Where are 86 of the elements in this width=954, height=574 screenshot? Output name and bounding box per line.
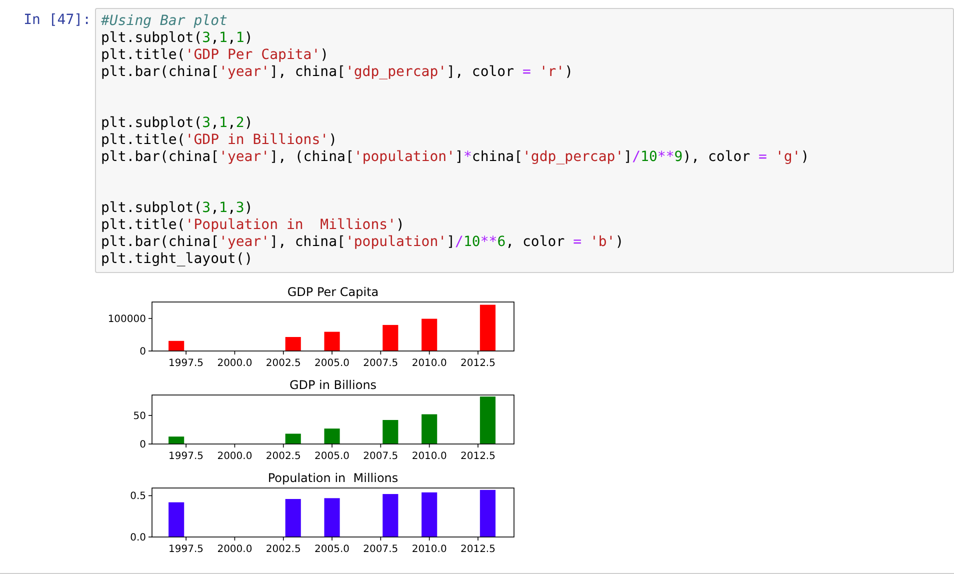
x-tick-label: 2012.5 — [460, 358, 496, 369]
x-tick: 2002.5 — [266, 444, 301, 462]
bar — [324, 428, 340, 444]
bar — [382, 494, 398, 537]
x-tick: 2000.0 — [217, 350, 252, 369]
y-tick-label: 0 — [140, 346, 146, 358]
cell-prompt: In [47]: — [22, 11, 92, 29]
x-tick: 2000.0 — [217, 444, 252, 462]
bar — [422, 318, 438, 351]
x-tick: 1997.5 — [168, 536, 204, 555]
code-line: plt.bar(china['year'], china['gdp_percap'], color = 'r') — [101, 64, 574, 81]
x-tick-label: 1997.5 — [168, 358, 204, 369]
bar — [480, 304, 496, 351]
x-tick: 2010.0 — [412, 536, 447, 555]
x-tick: 2010.0 — [412, 444, 447, 462]
x-tick-label: 2007.5 — [363, 451, 398, 462]
y-tick-label: 0 — [140, 440, 146, 450]
bar — [382, 324, 398, 351]
x-tick-label: 2000.0 — [217, 451, 252, 462]
x-tick: 2012.5 — [460, 350, 496, 369]
chart-title: Population in Millions — [268, 471, 398, 485]
code-editor[interactable] — [95, 8, 954, 273]
y-tick: 0 — [140, 440, 152, 450]
code-line: plt.title('GDP in Billions') — [101, 132, 338, 149]
x-tick-label: 2007.5 — [363, 544, 398, 555]
y-tick-label: 50 — [133, 410, 146, 422]
code-line: plt.subplot(3,1,1) — [101, 30, 254, 47]
x-tick-label: 2010.0 — [412, 358, 447, 369]
code-line: plt.subplot(3,1,3) — [101, 200, 254, 217]
x-tick: 1997.5 — [168, 444, 204, 462]
chart-title: GDP in Billions — [289, 378, 377, 392]
x-tick-label: 2002.5 — [266, 451, 301, 462]
bar — [168, 502, 184, 537]
x-tick: 2005.0 — [314, 444, 350, 462]
x-tick-label: 2000.0 — [217, 358, 252, 369]
x-tick-label: 1997.5 — [168, 544, 204, 555]
x-tick-label: 2012.5 — [460, 544, 496, 555]
chart-title: GDP Per Capita — [287, 285, 379, 299]
code-line: plt.title('GDP Per Capita') — [101, 47, 330, 64]
x-tick: 2007.5 — [363, 350, 398, 369]
x-tick: 2005.0 — [314, 350, 350, 369]
x-tick-label: 2005.0 — [314, 451, 350, 462]
x-tick: 1997.5 — [168, 350, 204, 369]
x-tick-label: 2007.5 — [363, 358, 398, 369]
x-tick: 2007.5 — [363, 444, 398, 462]
code-line: plt.bar(china['year'], (china['population']*china['gdp_percap']/10**9), color = 'g') — [101, 149, 810, 166]
x-tick: 2010.0 — [412, 350, 447, 369]
y-tick: 0 — [140, 346, 152, 358]
bar — [324, 498, 340, 537]
y-tick: 50 — [133, 410, 152, 422]
x-tick-label: 2002.5 — [266, 544, 301, 555]
x-tick-label: 2010.0 — [412, 451, 447, 462]
bar — [422, 492, 438, 537]
x-tick: 2002.5 — [266, 350, 301, 369]
code-line: #Using Bar plot — [101, 13, 228, 30]
x-tick: 2000.0 — [217, 536, 252, 555]
bar — [422, 414, 438, 444]
code-line: plt.subplot(3,1,2) — [101, 115, 254, 132]
x-tick: 2007.5 — [363, 536, 398, 555]
x-tick-label: 2010.0 — [412, 544, 447, 555]
y-tick-label: 0.0 — [130, 532, 146, 544]
y-tick: 100000 — [108, 314, 152, 325]
y-tick-label: 0.5 — [130, 491, 146, 502]
x-tick-label: 1997.5 — [168, 451, 204, 462]
x-tick: 2002.5 — [266, 536, 301, 555]
bar — [285, 337, 301, 351]
x-tick-label: 2002.5 — [266, 358, 301, 369]
bar — [285, 499, 301, 537]
x-tick-label: 2012.5 — [460, 451, 496, 462]
x-tick-label: 2000.0 — [217, 544, 252, 555]
bar — [324, 332, 340, 351]
x-tick-label: 2005.0 — [314, 544, 350, 555]
x-tick: 2012.5 — [460, 536, 496, 555]
bar — [168, 340, 184, 351]
y-tick: 0.0 — [130, 532, 152, 544]
code-line: plt.tight_layout() — [101, 251, 254, 268]
code-line: plt.title('Population in Millions') — [101, 217, 406, 234]
x-tick: 2005.0 — [314, 536, 350, 555]
code-line: plt.bar(china['year'], china['population']/10**6, color = 'b') — [101, 234, 625, 251]
bar — [382, 420, 398, 444]
bar — [285, 434, 301, 444]
y-tick: 0.5 — [130, 491, 152, 502]
x-tick-label: 2005.0 — [314, 358, 350, 369]
x-tick: 2012.5 — [460, 444, 496, 462]
bar — [480, 396, 496, 444]
bar — [480, 490, 496, 537]
